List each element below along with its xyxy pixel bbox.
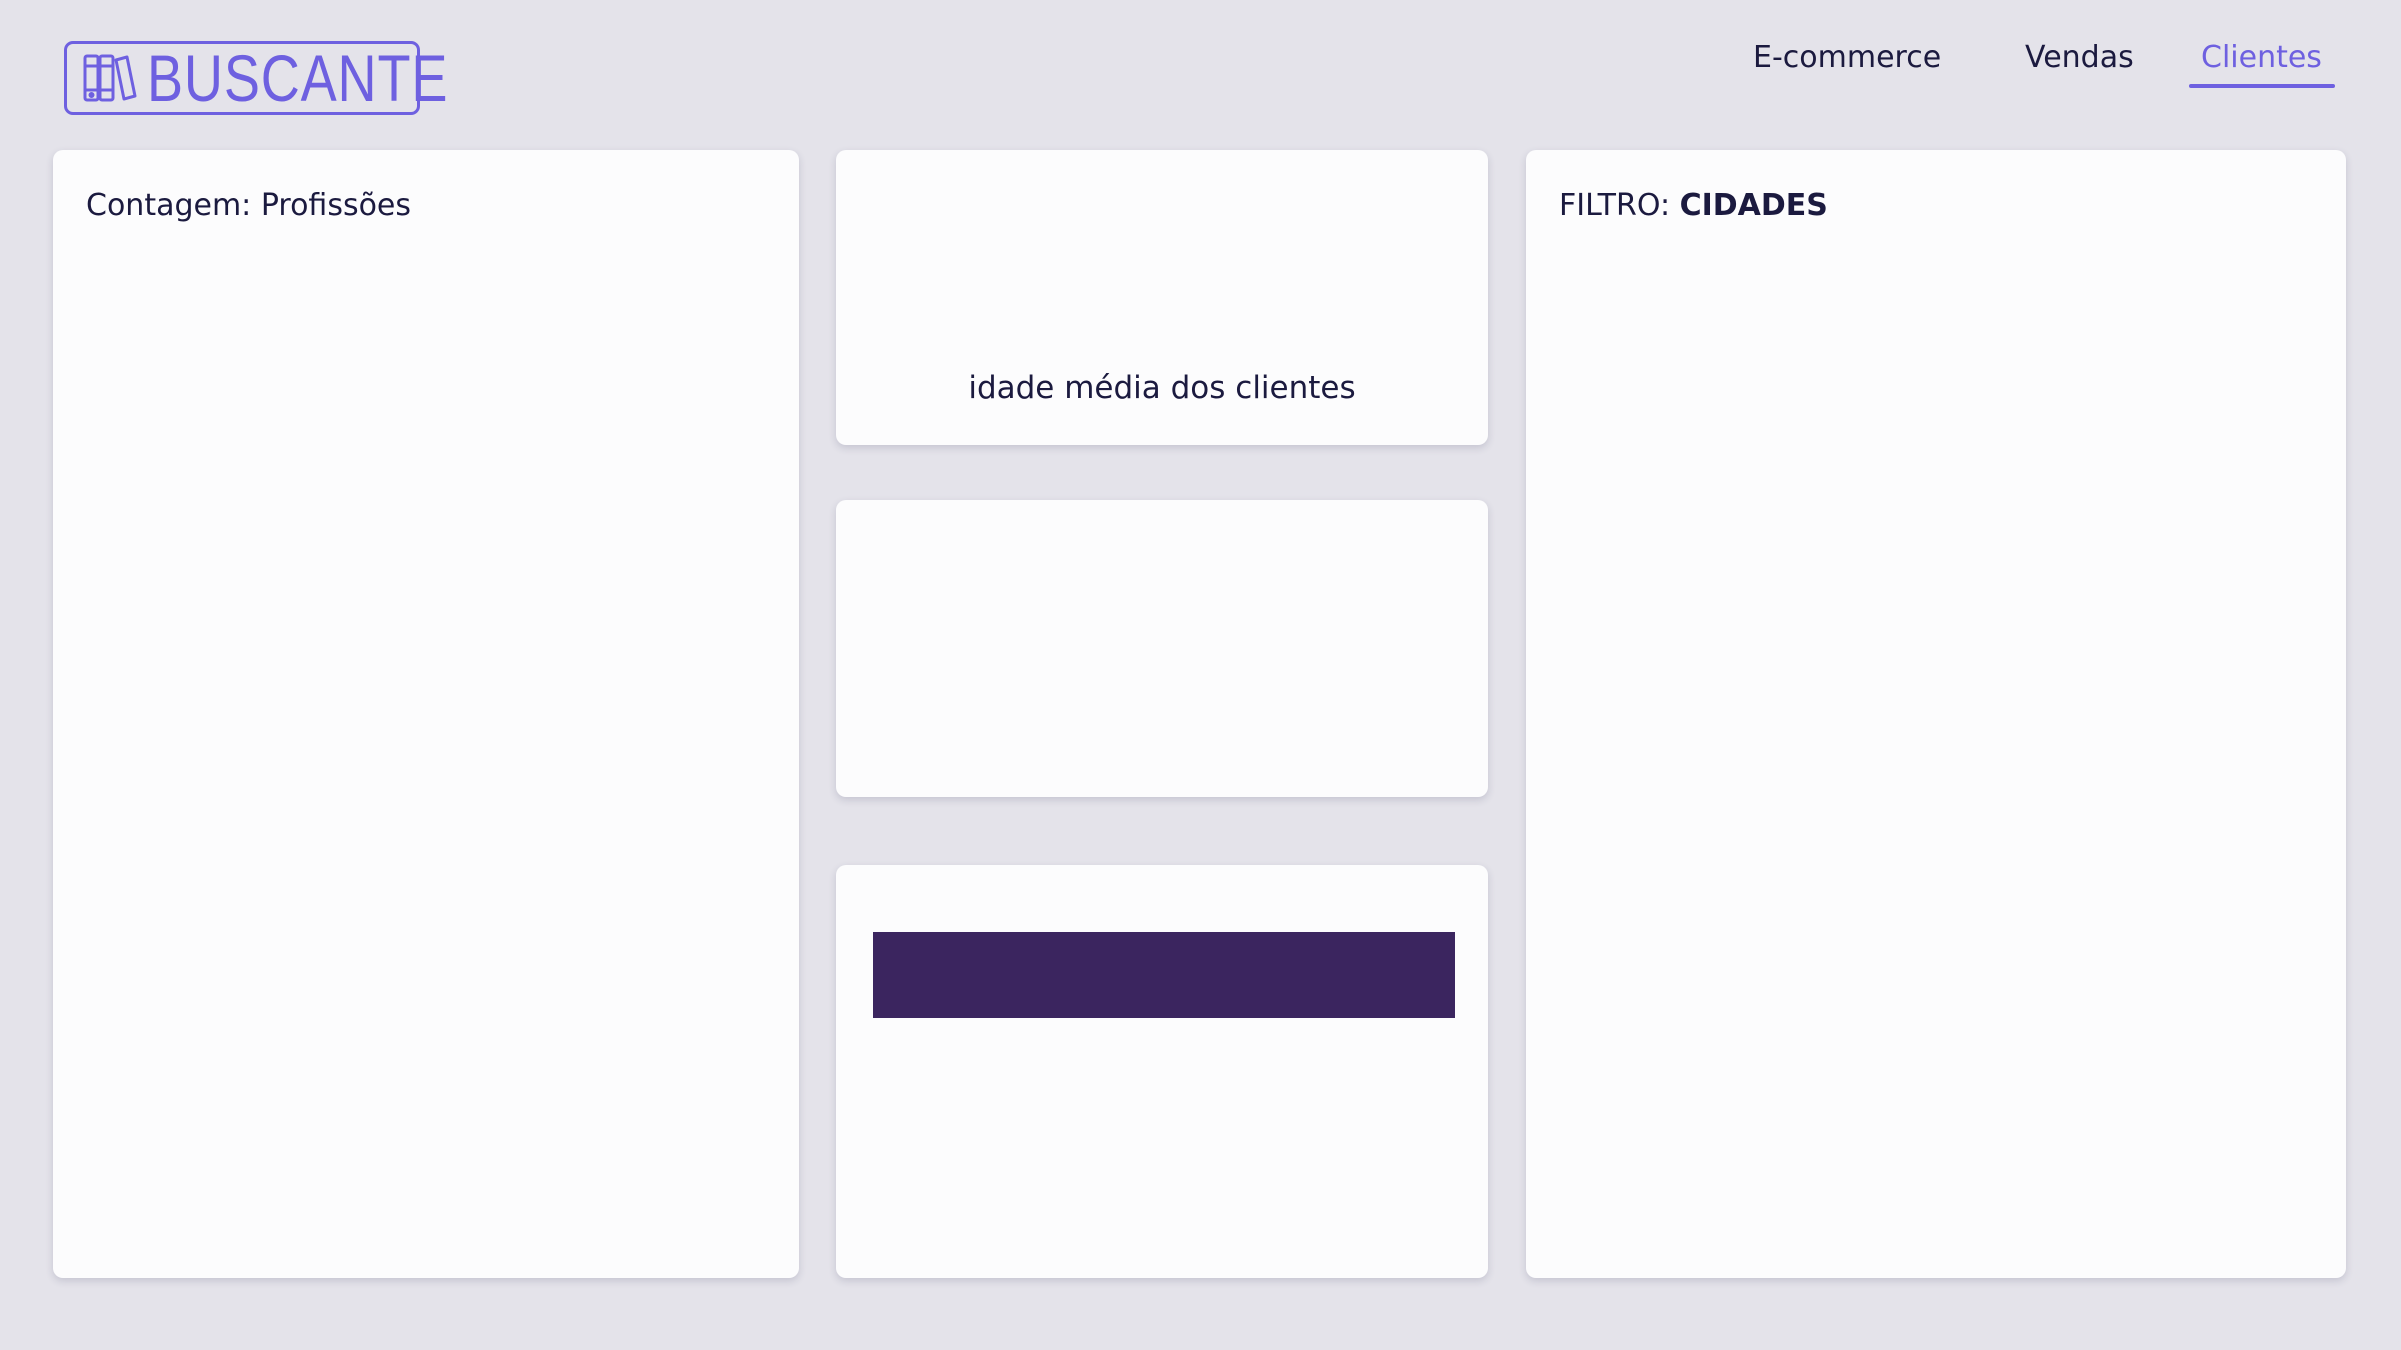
filter-prefix: FILTRO: (1559, 188, 1680, 223)
nav-clientes[interactable]: Clientes (2201, 40, 2322, 75)
nav-vendas[interactable]: Vendas (2025, 40, 2134, 75)
brand-name: BUSCANTE (147, 41, 449, 115)
top-nav: E-commerce Vendas Clientes (1701, 40, 2401, 90)
filter-label[interactable]: CIDADES (1680, 188, 1828, 223)
brand-logo[interactable]: BUSCANTE (64, 41, 447, 115)
bar-card (836, 865, 1488, 1278)
books-icon (83, 52, 137, 104)
professions-card: Contagem: Profissões (53, 150, 799, 1278)
empty-card (836, 500, 1488, 797)
purple-bar (873, 932, 1455, 1018)
nav-active-indicator (2189, 84, 2335, 88)
cities-filter-title: FILTRO: CIDADES (1559, 188, 1828, 223)
avg-age-card: idade média dos clientes (836, 150, 1488, 445)
avg-age-caption: idade média dos clientes (968, 370, 1356, 406)
professions-title: Contagem: Profissões (86, 188, 412, 223)
nav-ecommerce[interactable]: E-commerce (1753, 40, 1941, 75)
cities-filter-card: FILTRO: CIDADES (1526, 150, 2346, 1278)
